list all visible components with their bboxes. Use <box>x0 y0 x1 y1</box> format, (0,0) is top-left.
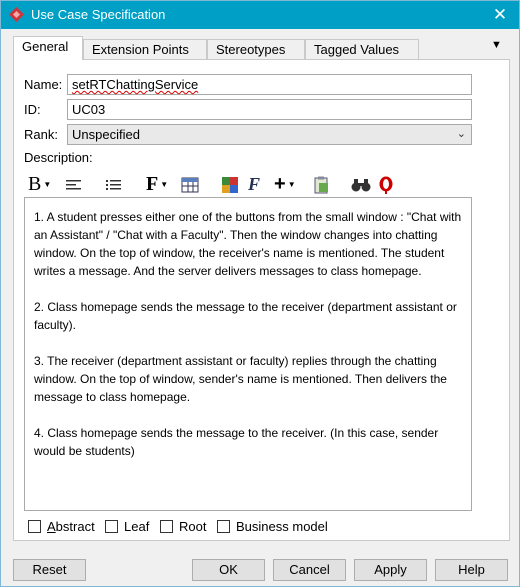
cancel-button[interactable]: Cancel <box>273 559 346 581</box>
help-button[interactable]: Help <box>435 559 508 581</box>
checkbox-box[interactable] <box>28 520 41 533</box>
insert-icon[interactable]: + ▼ <box>274 173 296 195</box>
business-model-label: Business model <box>236 519 328 534</box>
id-field[interactable]: UC03 <box>67 99 472 120</box>
title-bar[interactable]: Use Case Specification ✕ <box>1 1 519 29</box>
leaf-checkbox[interactable]: Leaf <box>105 519 149 535</box>
name-label: Name: <box>24 77 63 92</box>
close-icon[interactable]: ✕ <box>487 3 513 27</box>
checkbox-box[interactable] <box>160 520 173 533</box>
spell-check-icon[interactable]: ▼ <box>378 173 394 211</box>
bold-icon[interactable]: B ▼ <box>28 173 51 195</box>
root-label: Root <box>179 519 207 534</box>
tab-stereotypes[interactable]: Stereotypes <box>207 39 305 59</box>
format-icon[interactable]: F <box>248 173 260 195</box>
rank-value: Unspecified <box>72 127 140 142</box>
align-icon[interactable]: ▼ <box>65 173 83 211</box>
name-field[interactable]: setRTChattingService <box>67 74 472 95</box>
dialog-window: Use Case Specification ✕ General Extensi… <box>0 0 520 587</box>
root-checkbox[interactable]: Root <box>160 519 206 535</box>
description-label: Description: <box>24 150 93 165</box>
tab-tagged-values[interactable]: Tagged Values <box>305 39 419 59</box>
list-icon[interactable]: ▼ <box>105 173 123 211</box>
apply-button[interactable]: Apply <box>354 559 427 581</box>
business-model-checkbox[interactable]: Business model <box>217 519 328 535</box>
abstract-checkbox[interactable]: Abstract <box>28 519 95 535</box>
window-title: Use Case Specification <box>31 7 166 22</box>
description-editor[interactable]: 1. A student presses either one of the b… <box>24 197 472 511</box>
reset-button[interactable]: Reset <box>13 559 86 581</box>
tab-general[interactable]: General <box>13 36 83 60</box>
tab-menu-chevron-icon[interactable]: ▼ <box>491 39 502 51</box>
checkbox-box[interactable] <box>105 520 118 533</box>
rank-label: Rank: <box>24 127 58 142</box>
leaf-label: Leaf <box>124 519 150 534</box>
chevron-down-icon: ⌄ <box>456 128 466 140</box>
checkbox-box[interactable] <box>217 520 230 533</box>
find-icon[interactable] <box>351 173 371 195</box>
app-icon <box>9 7 24 22</box>
tab-extension-points[interactable]: Extension Points <box>83 39 207 59</box>
abstract-label: bstract <box>55 519 95 534</box>
table-icon[interactable]: ▼ <box>181 173 199 211</box>
id-label: ID: <box>24 102 41 117</box>
paste-icon[interactable]: ▼ <box>314 173 330 211</box>
color-icon[interactable] <box>221 173 239 195</box>
rank-select[interactable]: Unspecified ⌄ <box>67 124 472 145</box>
ok-button[interactable]: OK <box>192 559 265 581</box>
font-icon[interactable]: F ▼ <box>146 173 168 195</box>
